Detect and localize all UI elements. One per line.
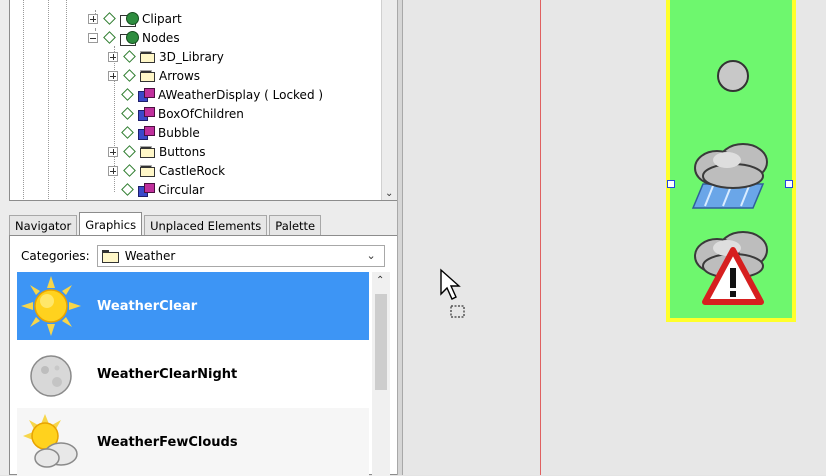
diamond-icon bbox=[121, 126, 134, 139]
tab-navigator[interactable]: Navigator bbox=[9, 215, 78, 236]
tree-item-label: Bubble bbox=[158, 125, 200, 140]
panel-tabs: Navigator Graphics Unplaced Elements Pal… bbox=[9, 212, 323, 236]
grey-circle-icon bbox=[717, 60, 749, 92]
categories-select[interactable]: Weather ⌄ bbox=[96, 245, 385, 267]
tree-item-label: CastleRock bbox=[159, 163, 226, 178]
tree-item-bubble[interactable]: Bubble bbox=[120, 123, 200, 142]
expand-plus-icon[interactable] bbox=[108, 70, 118, 81]
categories-row: Categories: Weather ⌄ bbox=[10, 244, 385, 268]
tree-scrollbar[interactable]: ⌄ bbox=[381, 0, 397, 200]
chevron-down-icon[interactable]: ⌄ bbox=[385, 188, 393, 199]
library-icon bbox=[120, 11, 139, 27]
node-icon bbox=[138, 107, 155, 121]
tab-graphics[interactable]: Graphics bbox=[79, 212, 143, 236]
diamond-icon bbox=[123, 69, 136, 82]
diamond-icon bbox=[121, 183, 134, 196]
moon-icon bbox=[30, 355, 72, 397]
expand-plus-icon[interactable] bbox=[108, 146, 118, 157]
folder-icon bbox=[140, 146, 155, 158]
list-item-label: WeatherClear bbox=[97, 298, 198, 314]
drag-cursor-icon bbox=[440, 268, 465, 318]
diamond-icon bbox=[103, 12, 116, 25]
tree-item-3d-library[interactable]: 3D_Library bbox=[108, 47, 224, 66]
node-icon bbox=[138, 126, 155, 140]
tree-guide bbox=[23, 0, 24, 200]
weather-display-graphic[interactable] bbox=[666, 0, 796, 322]
tree-guide bbox=[66, 0, 67, 200]
tab-label: Palette bbox=[275, 219, 316, 233]
folder-icon bbox=[101, 250, 119, 263]
folder-icon bbox=[140, 51, 155, 63]
tab-label: Unplaced Elements bbox=[150, 219, 262, 233]
tab-unplaced-elements[interactable]: Unplaced Elements bbox=[144, 215, 268, 236]
tree-item-label: Circular bbox=[158, 182, 205, 197]
tree-guide bbox=[48, 0, 49, 200]
tree-item-label: Arrows bbox=[159, 68, 201, 83]
tree-item-castlerock[interactable]: CastleRock bbox=[108, 161, 225, 180]
folder-icon bbox=[140, 165, 155, 177]
tab-label: Graphics bbox=[85, 217, 137, 232]
expand-plus-icon[interactable] bbox=[108, 165, 118, 176]
graphics-list-scrollbar[interactable]: ⌃ bbox=[372, 272, 390, 476]
diamond-icon bbox=[121, 88, 134, 101]
page-boundary-line bbox=[540, 0, 541, 475]
sun-icon bbox=[21, 276, 81, 336]
categories-label: Categories: bbox=[21, 249, 90, 263]
library-tree[interactable]: Clipart Nodes 3D_Library Arrows AWeather… bbox=[9, 0, 398, 201]
node-icon bbox=[138, 183, 155, 197]
selection-handle[interactable] bbox=[785, 180, 793, 188]
list-item-weatherclear[interactable]: WeatherClear bbox=[17, 272, 369, 340]
list-item-weatherclearnight[interactable]: WeatherClearNight bbox=[17, 340, 369, 408]
list-item-label: WeatherFewClouds bbox=[97, 434, 238, 450]
tree-item-label: BoxOfChildren bbox=[158, 106, 244, 121]
expand-plus-icon[interactable] bbox=[88, 13, 98, 24]
diamond-icon bbox=[103, 31, 116, 44]
left-panel: Clipart Nodes 3D_Library Arrows AWeather… bbox=[0, 0, 398, 476]
diamond-icon bbox=[123, 164, 136, 177]
tree-item-arrows[interactable]: Arrows bbox=[108, 66, 200, 85]
tree-item-boxofchildren[interactable]: BoxOfChildren bbox=[120, 104, 244, 123]
node-icon bbox=[138, 88, 155, 102]
diamond-icon bbox=[123, 145, 136, 158]
tab-label: Navigator bbox=[15, 219, 72, 233]
drawing-canvas[interactable] bbox=[403, 0, 826, 475]
tree-item-label: Clipart bbox=[142, 11, 182, 26]
graphics-tab-content: Categories: Weather ⌄ WeatherClear Weath… bbox=[9, 235, 398, 476]
tree-item-nodes[interactable]: Nodes bbox=[88, 28, 180, 47]
library-icon bbox=[120, 30, 139, 46]
chevron-up-icon[interactable]: ⌃ bbox=[376, 275, 384, 286]
list-item-weatherfewclouds[interactable]: WeatherFewClouds bbox=[17, 408, 369, 476]
scrollbar-thumb[interactable] bbox=[375, 294, 387, 390]
sun-cloud-icon bbox=[23, 414, 78, 468]
chevron-down-icon[interactable]: ⌄ bbox=[367, 249, 376, 262]
folder-icon bbox=[140, 70, 155, 82]
tree-item-clipart[interactable]: Clipart bbox=[88, 9, 182, 28]
diamond-icon bbox=[123, 50, 136, 63]
tree-item-label: 3D_Library bbox=[159, 49, 224, 64]
graphics-list[interactable]: WeatherClear WeatherClearNight WeatherFe… bbox=[17, 272, 369, 476]
tree-item-label: Buttons bbox=[159, 144, 206, 159]
tree-item-circular[interactable]: Circular bbox=[120, 180, 204, 199]
tree-item-buttons[interactable]: Buttons bbox=[108, 142, 205, 161]
collapse-minus-icon[interactable] bbox=[88, 32, 98, 43]
tree-item-label: Nodes bbox=[142, 30, 180, 45]
selection-handle[interactable] bbox=[667, 180, 675, 188]
tree-item-aweatherdisplay[interactable]: AWeatherDisplay ( Locked ) bbox=[120, 85, 323, 104]
tree-item-label: AWeatherDisplay ( Locked ) bbox=[158, 87, 324, 102]
rain-cloud-icon bbox=[691, 143, 768, 209]
categories-selected-value: Weather bbox=[124, 249, 176, 263]
diamond-icon bbox=[121, 107, 134, 120]
tab-palette[interactable]: Palette bbox=[269, 215, 322, 236]
list-item-label: WeatherClearNight bbox=[97, 366, 238, 382]
expand-plus-icon[interactable] bbox=[108, 51, 118, 62]
cloud-warning-icon bbox=[694, 231, 768, 305]
